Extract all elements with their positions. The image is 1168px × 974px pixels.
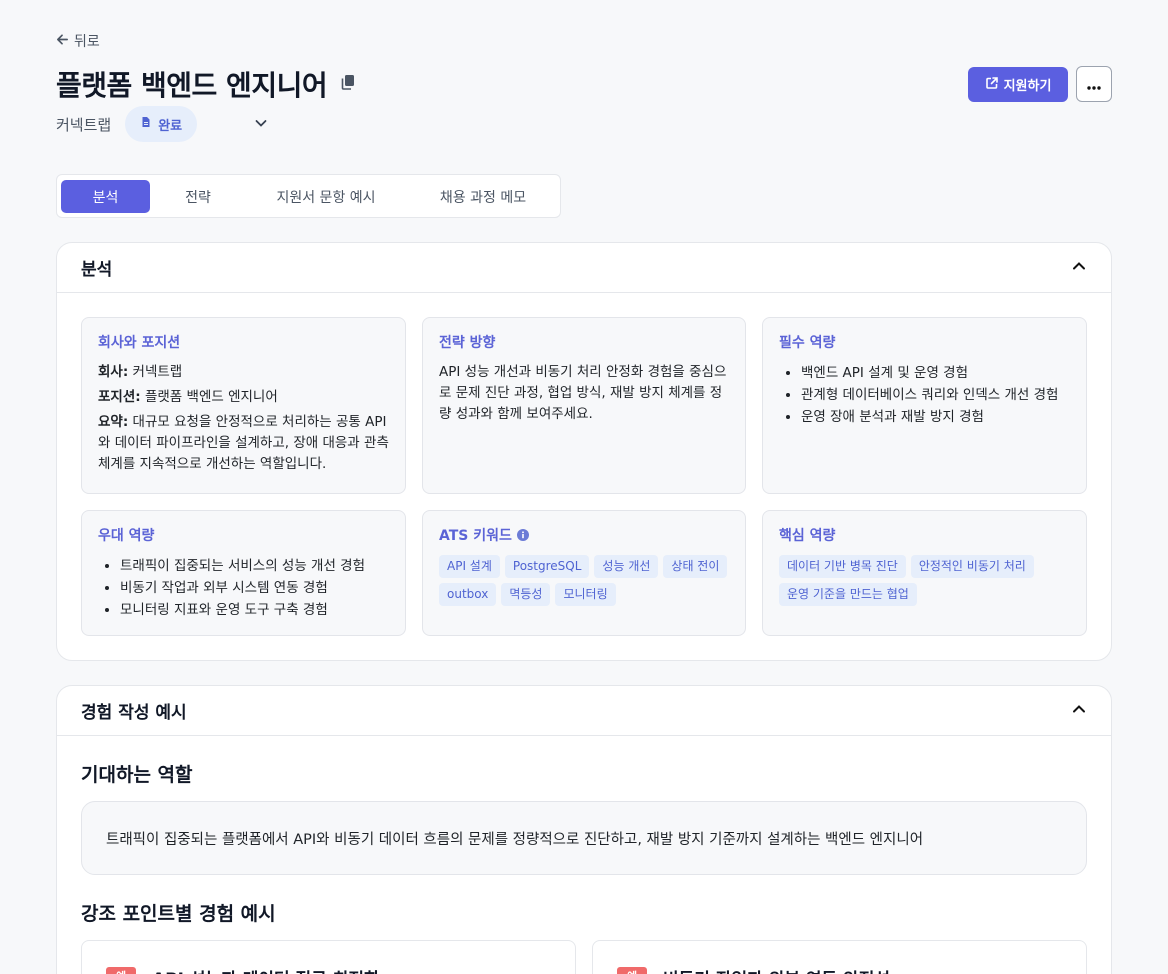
skill-tag: 데이터 기반 병목 진단	[779, 555, 906, 578]
preferred-skills-box: 우대 역량 트래픽이 집중되는 서비스의 성능 개선 경험 비동기 작업과 외부…	[81, 510, 406, 636]
list-item: 비동기 작업과 외부 시스템 연동 경험	[120, 577, 389, 599]
position-value: 플랫폼 백엔드 엔지니어	[144, 389, 278, 405]
tab-hiring-notes[interactable]: 채용 과정 메모	[409, 180, 557, 213]
keyword-tag: PostgreSQL	[504, 555, 590, 578]
apply-label: 지원하기	[1003, 79, 1052, 94]
chevron-down-icon[interactable]	[252, 114, 270, 132]
analysis-card-title: 분석	[81, 260, 113, 280]
summary-value: 대규모 요청을 안정적으로 처리하는 공통 API와 데이터 파이프라인을 설계…	[98, 414, 389, 472]
summary-row: 요약: 대규모 요청을 안정적으로 처리하는 공통 API와 데이터 파이프라인…	[98, 412, 389, 475]
preferred-skills-list: 트래픽이 집중되는 서비스의 성능 개선 경험 비동기 작업과 외부 시스템 연…	[98, 555, 389, 621]
tab-analysis[interactable]: 분석	[61, 180, 150, 213]
experience-card: 경험 작성 예시 기대하는 역할 트래픽이 집중되는 플랫폼에서 API와 비동…	[56, 685, 1112, 974]
arrow-left-icon	[56, 33, 69, 50]
box-title: 필수 역량	[779, 335, 836, 351]
keyword-tag: 성능 개선	[594, 555, 659, 578]
required-skills-list: 백엔드 API 설계 및 운영 경험 관계형 데이터베이스 쿼리와 인덱스 개선…	[779, 362, 1070, 428]
example-card[interactable]: 예 API 성능과 데이터 접근 최적화	[81, 940, 576, 974]
list-item: 모니터링 지표와 운영 도구 구축 경험	[120, 599, 389, 621]
skill-tag: 운영 기준을 만드는 협업	[779, 583, 917, 606]
example-card[interactable]: 예 비동기 작업과 외부 연동 안정성	[592, 940, 1087, 974]
company-key: 회사:	[98, 364, 129, 380]
required-skills-box: 필수 역량 백엔드 API 설계 및 운영 경험 관계형 데이터베이스 쿼리와 …	[762, 317, 1087, 494]
example-badge: 예	[106, 967, 136, 974]
apply-button[interactable]: 지원하기	[968, 67, 1068, 102]
box-title: 우대 역량	[98, 528, 155, 544]
back-label: 뒤로	[74, 34, 100, 50]
chevron-up-icon[interactable]	[1071, 701, 1087, 721]
document-icon	[140, 116, 152, 132]
example-title: 비동기 작업과 외부 연동 안정성	[663, 965, 890, 974]
info-icon[interactable]	[516, 529, 529, 541]
list-item: 백엔드 API 설계 및 운영 경험	[801, 362, 1070, 384]
keyword-tag: 모니터링	[555, 583, 616, 606]
example-title: API 성능과 데이터 접근 최적화	[152, 965, 380, 974]
company-value: 커넥트랩	[132, 364, 183, 380]
core-tag-list: 데이터 기반 병목 진단 안정적인 비동기 처리 운영 기준을 만드는 협업	[779, 555, 1070, 606]
company-row: 회사: 커넥트랩	[98, 362, 389, 383]
status-label: 완료	[158, 118, 183, 134]
box-title: 회사와 포지션	[98, 335, 181, 351]
experience-card-title: 경험 작성 예시	[81, 703, 187, 723]
example-badge: 예	[617, 967, 647, 974]
analysis-card: 분석 회사와 포지션 회사: 커넥트랩 포지션: 플랫폼 백엔드 엔지니어 요약…	[56, 242, 1112, 661]
ats-keywords-box: ATS 키워드 API 설계 PostgreSQL 성능 개선 상태 전이 ou…	[422, 510, 746, 636]
strategy-box: 전략 방향 API 성능 개선과 비동기 처리 안정화 경험을 중심으로 문제 …	[422, 317, 746, 494]
list-item: 운영 장애 분석과 재발 방지 경험	[801, 406, 1070, 428]
tab-bar: 분석 전략 지원서 문항 예시 채용 과정 메모	[56, 174, 561, 218]
box-title: 핵심 역량	[779, 528, 836, 544]
analysis-card-header[interactable]: 분석	[57, 243, 1111, 293]
company-name: 커넥트랩	[56, 115, 112, 134]
keyword-tag: 상태 전이	[663, 555, 728, 578]
list-item: 트래픽이 집중되는 서비스의 성능 개선 경험	[120, 555, 389, 577]
company-position-box: 회사와 포지션 회사: 커넥트랩 포지션: 플랫폼 백엔드 엔지니어 요약: 대…	[81, 317, 406, 494]
copy-icon[interactable]	[339, 73, 357, 95]
strategy-text: API 성능 개선과 비동기 처리 안정화 경험을 중심으로 문제 진단 과정,…	[439, 364, 727, 422]
tab-application-questions[interactable]: 지원서 문항 예시	[249, 180, 403, 213]
title-row: 플랫폼 백엔드 엔지니어	[56, 64, 357, 104]
external-link-icon	[985, 76, 999, 94]
position-key: 포지션:	[98, 389, 141, 405]
core-skills-box: 핵심 역량 데이터 기반 병목 진단 안정적인 비동기 처리 운영 기준을 만드…	[762, 510, 1087, 636]
more-horizontal-icon	[1087, 75, 1101, 94]
list-item: 관계형 데이터베이스 쿼리와 인덱스 개선 경험	[801, 384, 1070, 406]
ats-title: ATS 키워드	[439, 528, 512, 544]
experience-card-header[interactable]: 경험 작성 예시	[57, 686, 1111, 736]
expected-role-box: 트래픽이 집중되는 플랫폼에서 API와 비동기 데이터 흐름의 문제를 정량적…	[81, 801, 1087, 875]
keyword-tag: 멱등성	[501, 583, 551, 606]
tab-strategy[interactable]: 전략	[153, 180, 243, 213]
box-title: 전략 방향	[439, 335, 496, 351]
expected-role-text: 트래픽이 집중되는 플랫폼에서 API와 비동기 데이터 흐름의 문제를 정량적…	[106, 831, 924, 848]
status-badge[interactable]: 완료	[125, 106, 198, 142]
skill-tag: 안정적인 비동기 처리	[910, 555, 1034, 578]
ats-tag-list: API 설계 PostgreSQL 성능 개선 상태 전이 outbox 멱등성…	[439, 555, 729, 606]
chevron-up-icon[interactable]	[1071, 258, 1087, 278]
more-options-button[interactable]	[1076, 66, 1112, 102]
position-row: 포지션: 플랫폼 백엔드 엔지니어	[98, 387, 389, 408]
page-title: 플랫폼 백엔드 엔지니어	[56, 69, 328, 102]
subtitle-row: 커넥트랩 완료	[56, 106, 198, 142]
summary-key: 요약:	[98, 414, 129, 430]
keyword-tag: API 설계	[439, 555, 500, 578]
keyword-tag: outbox	[439, 583, 497, 606]
back-link[interactable]: 뒤로	[56, 31, 100, 51]
box-title: ATS 키워드	[439, 525, 729, 545]
highlight-points-heading: 강조 포인트별 경험 예시	[81, 903, 276, 925]
expected-role-heading: 기대하는 역할	[81, 764, 193, 786]
